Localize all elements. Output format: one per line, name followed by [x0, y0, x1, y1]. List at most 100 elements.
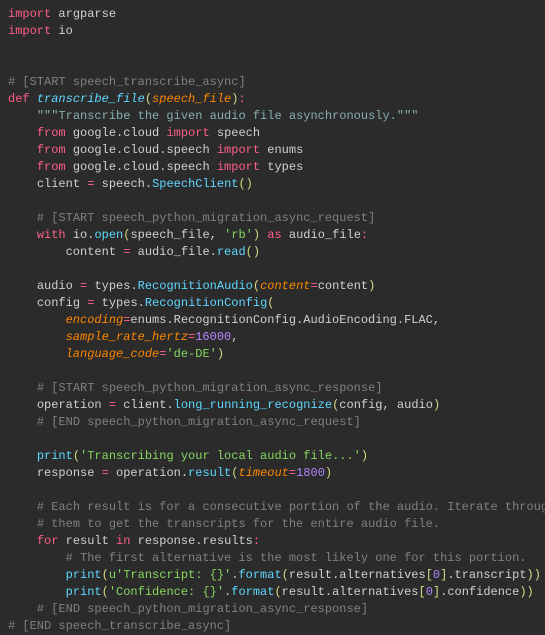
line: audio = types.RecognitionAudio(content=c…	[37, 279, 376, 293]
keyword: as	[267, 228, 281, 242]
line: from google.cloud.speech import enums	[37, 143, 303, 157]
ident: speech	[102, 177, 145, 191]
line: with io.open(speech_file, 'rb') as audio…	[37, 228, 368, 242]
paren: ()	[246, 245, 260, 259]
keyword: in	[116, 534, 130, 548]
call: print	[37, 449, 73, 463]
comment: # [END speech_transcribe_async]	[8, 619, 231, 633]
ident: speech	[217, 126, 260, 140]
ident: audio	[397, 398, 433, 412]
kwarg: timeout	[238, 466, 288, 480]
ident: enums	[267, 143, 303, 157]
call: result	[188, 466, 231, 480]
call: format	[231, 585, 274, 599]
ident: content	[66, 245, 116, 259]
keyword: import	[8, 7, 51, 21]
paren: ))	[519, 585, 533, 599]
ident: operation	[37, 398, 102, 412]
paren: )	[361, 449, 368, 463]
line: import io	[8, 24, 73, 38]
ident: content	[318, 279, 368, 293]
paren: (	[253, 279, 260, 293]
string: 'Confidence: {}'	[109, 585, 224, 599]
paren: [	[426, 568, 433, 582]
line: for result in response.results:	[37, 534, 260, 548]
string: 'de-DE'	[166, 347, 216, 361]
number: 0	[433, 568, 440, 582]
ident: transcript	[455, 568, 527, 582]
qualified: google.cloud.speech	[73, 160, 210, 174]
ident: confidence	[447, 585, 519, 599]
kwarg: encoding	[66, 313, 124, 327]
ident: io	[73, 228, 87, 242]
ident: operation	[116, 466, 181, 480]
comment: # Each result is for a consecutive porti…	[37, 500, 545, 514]
kwarg: language_code	[66, 347, 160, 361]
kwarg: content	[260, 279, 310, 293]
ident: audio	[37, 279, 73, 293]
paren: (	[102, 568, 109, 582]
line: from google.cloud.speech import types	[37, 160, 303, 174]
ident: types	[102, 296, 138, 310]
line: print('Confidence: {}'.format(result.alt…	[66, 585, 534, 599]
ident: audio_file	[289, 228, 361, 242]
ident: response	[37, 466, 95, 480]
paren: )	[253, 228, 260, 242]
qualified: result.alternatives	[289, 568, 426, 582]
string: 'rb'	[224, 228, 253, 242]
qualified: google.cloud.speech	[73, 143, 210, 157]
paren: ]	[433, 585, 440, 599]
paren: (	[274, 585, 281, 599]
keyword: import	[8, 24, 51, 38]
ident: types	[94, 279, 130, 293]
paren: ()	[238, 177, 252, 191]
comment: # [END speech_python_migration_async_res…	[37, 602, 368, 616]
call: RecognitionConfig	[145, 296, 267, 310]
line: print('Transcribing your local audio fil…	[37, 449, 368, 463]
call: print	[66, 585, 102, 599]
paren: )	[217, 347, 224, 361]
paren: (	[102, 585, 109, 599]
op-assign: =	[87, 177, 94, 191]
docstring: """Transcribe the given audio file async…	[37, 109, 419, 123]
paren: [	[419, 585, 426, 599]
keyword: for	[37, 534, 59, 548]
func-name: transcribe_file	[37, 92, 145, 106]
ident: config	[339, 398, 382, 412]
keyword: from	[37, 126, 66, 140]
paren: (	[267, 296, 274, 310]
keyword: import	[217, 143, 260, 157]
line: operation = client.long_running_recogniz…	[37, 398, 440, 412]
number: 0	[426, 585, 433, 599]
comment: # [START speech_python_migration_async_r…	[37, 211, 375, 225]
line: from google.cloud import speech	[37, 126, 260, 140]
string: u'Transcript: {}'	[109, 568, 231, 582]
ident: speech_file	[130, 228, 209, 242]
kwarg: sample_rate_hertz	[66, 330, 188, 344]
ident: client	[37, 177, 80, 191]
line: print(u'Transcript: {}'.format(result.al…	[66, 568, 541, 582]
line: config = types.RecognitionConfig(	[37, 296, 275, 310]
paren: (	[145, 92, 152, 106]
colon: :	[238, 92, 245, 106]
qualified: google.cloud	[73, 126, 159, 140]
ident: audio_file	[138, 245, 210, 259]
ident: config	[37, 296, 80, 310]
call: print	[66, 568, 102, 582]
line: sample_rate_hertz=16000,	[66, 330, 239, 344]
keyword: import	[166, 126, 209, 140]
qualified: response.results	[138, 534, 253, 548]
paren: (	[73, 449, 80, 463]
comment: # [END speech_python_migration_async_req…	[37, 415, 361, 429]
comment: # [START speech_transcribe_async]	[8, 75, 246, 89]
ident: result	[66, 534, 109, 548]
code-editor: import argparse import io # [START speec…	[0, 0, 545, 564]
module: argparse	[58, 7, 116, 21]
line: response = operation.result(timeout=1800…	[37, 466, 332, 480]
qualified: enums.RecognitionConfig.AudioEncoding.FL…	[130, 313, 432, 327]
keyword: with	[37, 228, 66, 242]
number: 16000	[195, 330, 231, 344]
comment: # The first alternative is the most like…	[66, 551, 527, 565]
comment: # [START speech_python_migration_async_r…	[37, 381, 383, 395]
call: long_running_recognize	[174, 398, 332, 412]
